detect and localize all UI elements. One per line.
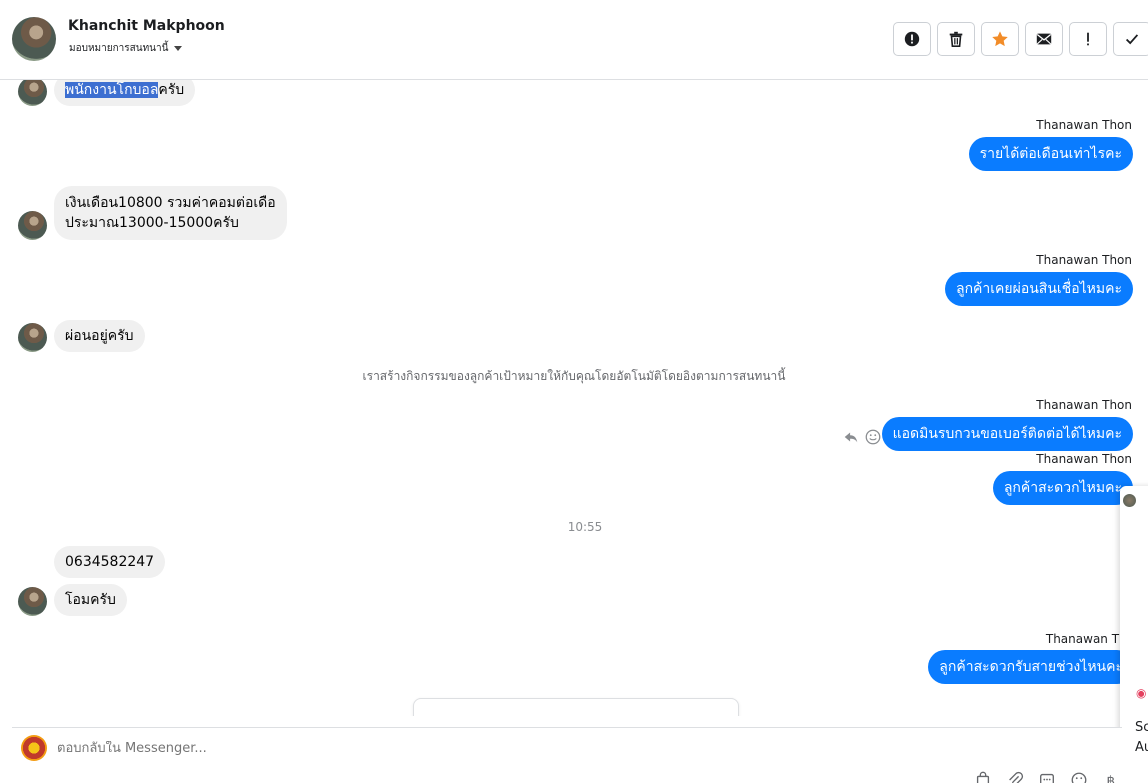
paperclip-icon xyxy=(1009,771,1024,783)
follow-up-button[interactable] xyxy=(1069,22,1107,56)
contact-avatar-small xyxy=(18,323,47,352)
baht-icon: ฿ xyxy=(1107,773,1116,783)
conversation-header: Khanchit Makphoon มอบหมายการสนทนานี้ xyxy=(0,0,1148,80)
exclamation-icon xyxy=(1087,32,1089,46)
mark-unread-button[interactable] xyxy=(1025,22,1063,56)
star-icon xyxy=(992,31,1008,47)
notification-icon: ◉ xyxy=(1136,686,1147,700)
payment-button[interactable]: ฿ xyxy=(1102,771,1120,783)
page-avatar xyxy=(21,735,47,761)
sender-name: Thanawan Thon xyxy=(1036,118,1132,132)
incoming-message[interactable]: เงินเดือน10800 รวมค่าคอมต่อเดือ ประมาณ13… xyxy=(54,186,287,240)
incoming-message-row: พนักงานโกบอลครับ xyxy=(18,80,196,106)
chat-bubble-icon xyxy=(1040,773,1054,783)
delete-button[interactable] xyxy=(937,22,975,56)
envelope-icon xyxy=(1036,33,1052,45)
incoming-message-row: ผ่อนอยู่ครับ xyxy=(18,320,145,352)
spam-button[interactable] xyxy=(893,22,931,56)
outgoing-message[interactable]: ลูกค้าสะดวกไหมคะ xyxy=(992,471,1133,505)
panel-text: Au xyxy=(1135,740,1148,755)
outgoing-message[interactable]: แอดมินรบกวนขอเบอร์ติดต่อได้ไหมคะ xyxy=(881,417,1133,451)
messenger-conversation: Khanchit Makphoon มอบหมายการสนทนานี้ พนั… xyxy=(0,0,1148,783)
panel-text: Sc xyxy=(1135,720,1148,735)
emoji-reaction-icon[interactable] xyxy=(864,428,882,446)
caret-down-icon xyxy=(174,46,183,51)
contact-avatar-small xyxy=(18,211,47,240)
message-actions xyxy=(842,428,882,446)
star-button[interactable] xyxy=(981,22,1019,56)
selected-text: พนักงานโกบอล xyxy=(65,82,159,98)
message-line: เงินเดือน10800 รวมค่าคอมต่อเดือ xyxy=(65,195,276,211)
incoming-message[interactable]: 0634582247 xyxy=(54,546,166,578)
sender-name: Thanawan Thon xyxy=(1036,452,1132,466)
incoming-message-row: โอมครับ xyxy=(18,584,127,616)
lead-activity-card[interactable] xyxy=(413,698,739,716)
sender-name: Thanawan Thon xyxy=(1036,253,1132,267)
outgoing-message[interactable]: ลูกค้าเคยผ่อนสินเชื่อไหมคะ xyxy=(944,272,1133,306)
contact-avatar[interactable] xyxy=(12,17,56,61)
done-button[interactable] xyxy=(1113,22,1148,56)
mini-avatar xyxy=(1123,494,1136,507)
incoming-message[interactable]: โอมครับ xyxy=(54,584,127,616)
reply-input[interactable] xyxy=(57,741,657,756)
incoming-message-group: 0634582247 xyxy=(18,546,166,578)
outgoing-message[interactable]: รายได้ต่อเดือนเท่าไรคะ xyxy=(968,137,1133,171)
saved-replies-button[interactable] xyxy=(1038,771,1056,783)
message-line: ประมาณ13000-15000ครับ xyxy=(65,215,239,231)
reply-icon[interactable] xyxy=(842,428,860,446)
alert-circle-icon xyxy=(904,31,920,47)
contact-avatar-small xyxy=(18,80,47,106)
incoming-message-row: เงินเดือน10800 รวมค่าคอมต่อเดือ ประมาณ13… xyxy=(18,186,287,240)
message-thread[interactable]: พนักงานโกบอลครับ Thanawan Thon รายได้ต่อ… xyxy=(0,80,1148,716)
assign-label: มอบหมายการสนทนานี้ xyxy=(69,43,169,54)
message-timestamp: 10:55 xyxy=(567,520,603,534)
incoming-message[interactable]: ผ่อนอยู่ครับ xyxy=(54,320,145,352)
outgoing-message[interactable]: ลูกค้าสะดวกรับสายช่วงไหนคะ xyxy=(928,650,1134,684)
assign-conversation-dropdown[interactable]: มอบหมายการสนทนานี้ xyxy=(69,41,183,56)
message-text: ครับ xyxy=(158,82,185,98)
sender-name: Thanawan Thon xyxy=(1036,398,1132,412)
header-toolbar xyxy=(893,22,1148,56)
shopping-bag-icon xyxy=(976,771,990,783)
emoji-button[interactable] xyxy=(1070,771,1088,783)
system-note: เราสร้างกิจกรรมของลูกค้าเป้าหมายให้กับคุ… xyxy=(362,369,786,383)
contact-avatar-small xyxy=(18,587,47,616)
incoming-message[interactable]: พนักงานโกบอลครับ xyxy=(54,80,196,106)
svg-text:฿: ฿ xyxy=(1107,773,1116,783)
trash-icon xyxy=(949,31,963,48)
attach-button[interactable] xyxy=(1006,771,1024,783)
emoji-icon xyxy=(1071,772,1087,783)
reply-composer: ฿ xyxy=(12,727,1122,783)
shopping-bag-button[interactable] xyxy=(974,771,992,783)
composer-toolbar: ฿ xyxy=(974,771,1120,783)
contact-name[interactable]: Khanchit Makphoon xyxy=(68,18,225,34)
side-popup-panel[interactable]: ◉ Sc Au xyxy=(1120,486,1148,783)
check-icon xyxy=(1125,34,1139,45)
